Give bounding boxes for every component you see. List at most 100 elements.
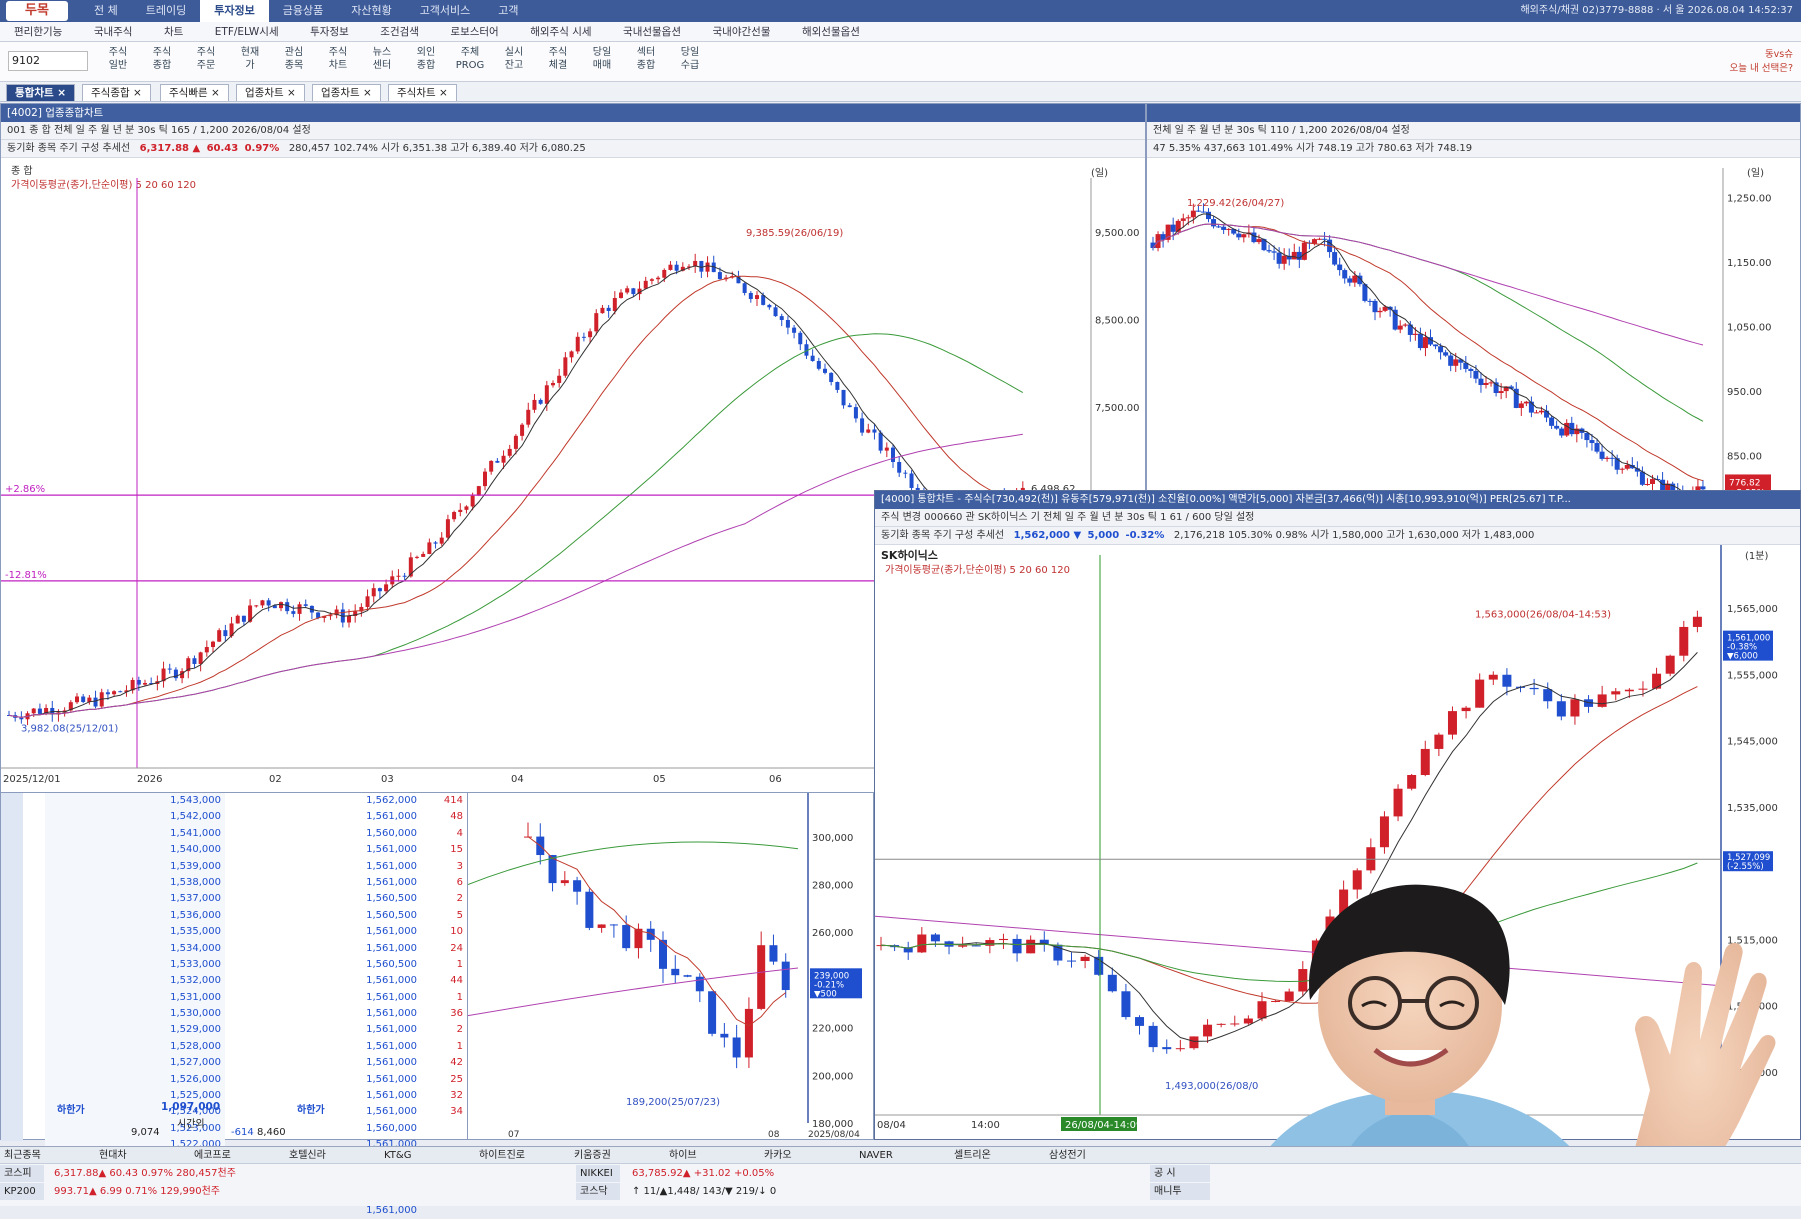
screen-code-input[interactable]: 9102 xyxy=(8,51,88,71)
kp200-quote: 993.71▲ 6.99 0.71% 129,990천주 xyxy=(54,1186,221,1197)
promo-banner[interactable]: 동vs슈 오늘 내 선택은? xyxy=(1713,46,1793,74)
toolbar-tool-button[interactable]: 관심 종목 xyxy=(276,46,312,78)
y-tick-label: 9,500.00 xyxy=(1095,228,1140,239)
y-tick-label: 850.00 xyxy=(1727,452,1762,463)
candle-body xyxy=(1195,210,1201,212)
tab-sector-chart-2[interactable]: 업종차트 × xyxy=(312,84,381,101)
chart-controls[interactable]: 주식 변경 000660 관 SK하이닉스 기 전체 일 주 월 년 분 30s… xyxy=(875,509,1800,527)
recent-stock-item[interactable]: 카카오 xyxy=(760,1147,850,1164)
menu-item[interactable]: 고객서비스 xyxy=(406,0,485,22)
order-book-panel: 1,543,000 1,542,000 1,541,000 1,540,000 1,53… xyxy=(0,792,468,1216)
recent-stock-item[interactable]: 하이브 xyxy=(665,1147,755,1164)
menu-item[interactable]: 고객 xyxy=(484,0,532,22)
toolbar-tool-button[interactable]: 당일 매매 xyxy=(584,46,620,78)
candle-body xyxy=(538,399,543,404)
recent-stock-item[interactable]: 에코프로 xyxy=(190,1147,280,1164)
tab-integrated-chart[interactable]: 통합차트 × xyxy=(6,84,76,101)
toolbar-tool-button[interactable]: 주식 차트 xyxy=(320,46,356,78)
candle-body xyxy=(1589,440,1595,444)
candle-body xyxy=(1397,325,1403,330)
candle-body xyxy=(600,307,605,314)
candle-body xyxy=(365,596,370,607)
candle-body xyxy=(1251,232,1257,243)
app-logo[interactable]: 두목 xyxy=(6,1,68,21)
recent-stock-item[interactable]: 하이트진로 xyxy=(475,1147,565,1164)
candle-body xyxy=(668,264,673,270)
submenu-item[interactable]: 국내선물옵션 xyxy=(609,22,695,42)
candle-body xyxy=(1523,401,1529,404)
submenu-item[interactable]: 로보스터어 xyxy=(436,22,512,42)
quote-details: 280,457 102.74% 시가 6,351.38 고가 6,389.40 … xyxy=(288,143,586,154)
sub-menu: 편리한기능 국내주식 차트 ETF/ELW시세 투자정보 조건검색 로보스터어 … xyxy=(0,22,1801,42)
submenu-item[interactable]: 편리한기능 xyxy=(0,22,76,42)
chart-unit: (1분) xyxy=(1745,550,1768,562)
candle-body xyxy=(755,295,759,299)
ob-trade-qty-row: 24 xyxy=(450,942,463,954)
menu-item[interactable]: 자산현황 xyxy=(337,0,405,22)
recent-stock-item[interactable]: NAVER xyxy=(855,1147,945,1164)
toolbar-tool-button[interactable]: 주식 체결 xyxy=(540,46,576,78)
candle-body xyxy=(872,429,877,433)
menu-item[interactable]: 전 체 xyxy=(80,0,132,22)
candle-body xyxy=(1692,616,1702,627)
chart-controls[interactable]: 전체 일 주 월 년 분 30s 틱 110 / 1,200 2026/08/0… xyxy=(1147,122,1800,140)
toolbar-tool-button[interactable]: 실시 잔고 xyxy=(496,46,532,78)
submenu-item[interactable]: 차트 xyxy=(150,22,197,42)
mini-candle-chart[interactable]: 300,000280,000260,000240,000220,000200,0… xyxy=(468,793,874,1140)
candle-body xyxy=(483,471,487,487)
menu-item[interactable]: 트레이딩 xyxy=(132,0,200,22)
candle-body xyxy=(1665,655,1675,674)
tab-stock-fast[interactable]: 주식빠른 × xyxy=(160,84,229,101)
submenu-item[interactable]: 국내주식 xyxy=(80,22,147,42)
sync-controls[interactable]: 동기화 종목 주기 구성 추세선 xyxy=(881,530,1004,541)
toolbar-tool-button[interactable]: 주식 일반 xyxy=(100,46,136,78)
toolbar-tool-button[interactable]: 주식 종합 xyxy=(144,46,180,78)
candle-body xyxy=(656,277,661,280)
tab-sector-chart[interactable]: 업종차트 × xyxy=(236,84,305,101)
recent-stock-item[interactable]: KT&G xyxy=(380,1147,470,1164)
submenu-item[interactable]: 해외주식 시세 xyxy=(516,22,605,42)
app-titlebar: 두목 전 체 트레이딩 투자정보 금융상품 자산현황 고객서비스 고객 해외주식… xyxy=(0,0,1801,22)
toolbar-tool-button[interactable]: 섹터 종합 xyxy=(628,46,664,78)
recent-stock-item[interactable]: 호텔신라 xyxy=(285,1147,375,1164)
manitou-label[interactable]: 매니투 xyxy=(1150,1183,1210,1200)
menu-item[interactable]: 금융상품 xyxy=(269,0,337,22)
sk-quote-details: 2,176,218 105.30% 0.98% 시가 1,580,000 고가 … xyxy=(1173,530,1535,541)
sync-controls[interactable]: 동기화 종목 주기 구성 추세선 xyxy=(7,143,130,154)
candle-body xyxy=(1498,391,1504,394)
stock-chart-window: 전체 일 주 월 년 분 30s 틱 110 / 1,200 2026/08/0… xyxy=(1146,103,1801,495)
tab-stock-summary[interactable]: 주식종합 × xyxy=(82,84,151,101)
recent-stocks-label[interactable]: 최근종목 xyxy=(0,1147,90,1164)
candle-body xyxy=(1475,679,1485,708)
submenu-item[interactable]: 국내야간선물 xyxy=(699,22,785,42)
recent-stock-item[interactable]: 키움증권 xyxy=(570,1147,660,1164)
chart-unit: (일) xyxy=(1747,167,1764,179)
submenu-item[interactable]: 조건검색 xyxy=(366,22,433,42)
recent-stock-item[interactable]: 현대차 xyxy=(95,1147,185,1164)
index-rate: 0.97% xyxy=(244,143,280,154)
toolbar-tool-button[interactable]: 주식 주문 xyxy=(188,46,224,78)
candle-body xyxy=(1543,689,1553,702)
candle-body xyxy=(192,658,197,664)
toolbar-tool-button[interactable]: 당일 수급 xyxy=(672,46,708,78)
ob-side-strip xyxy=(1,793,23,1141)
ob-bid-price-row: 1,536,000 xyxy=(170,909,221,921)
toolbar-tool-button[interactable]: 뉴스 센터 xyxy=(364,46,400,78)
toolbar-tool-button[interactable]: 주체 PROG xyxy=(452,46,488,78)
stock-candle-chart[interactable]: (일) 1,250.00 1,150.00 1,050.00 950.00 850.00… xyxy=(1147,158,1801,495)
recent-stock-item[interactable]: 셀트리온 xyxy=(950,1147,1040,1164)
submenu-item[interactable]: ETF/ELW시세 xyxy=(201,22,293,42)
submenu-item[interactable]: 해외선물옵션 xyxy=(788,22,874,42)
notice-label[interactable]: 공 시 xyxy=(1150,1165,1210,1182)
toolbar-tool-button[interactable]: 현재 가 xyxy=(232,46,268,78)
menu-item-active[interactable]: 투자정보 xyxy=(200,0,269,22)
chart-controls[interactable]: 001 종 합 전체 일 주 월 년 분 30s 틱 165 / 1,200 2… xyxy=(1,122,1145,140)
candle-body xyxy=(1291,251,1297,260)
tab-stock-chart[interactable]: 주식차트 × xyxy=(388,84,457,101)
recent-stock-item[interactable]: 삼성전기 xyxy=(1045,1147,1135,1164)
toolbar-tool-button[interactable]: 외인 종합 xyxy=(408,46,444,78)
ob-bid-price-row: 1,532,000 xyxy=(170,975,221,987)
submenu-item[interactable]: 투자정보 xyxy=(296,22,363,42)
y-tick-label: 300,000 xyxy=(812,833,853,844)
ob-trade-price-row: 1,561,000 xyxy=(366,1073,417,1085)
